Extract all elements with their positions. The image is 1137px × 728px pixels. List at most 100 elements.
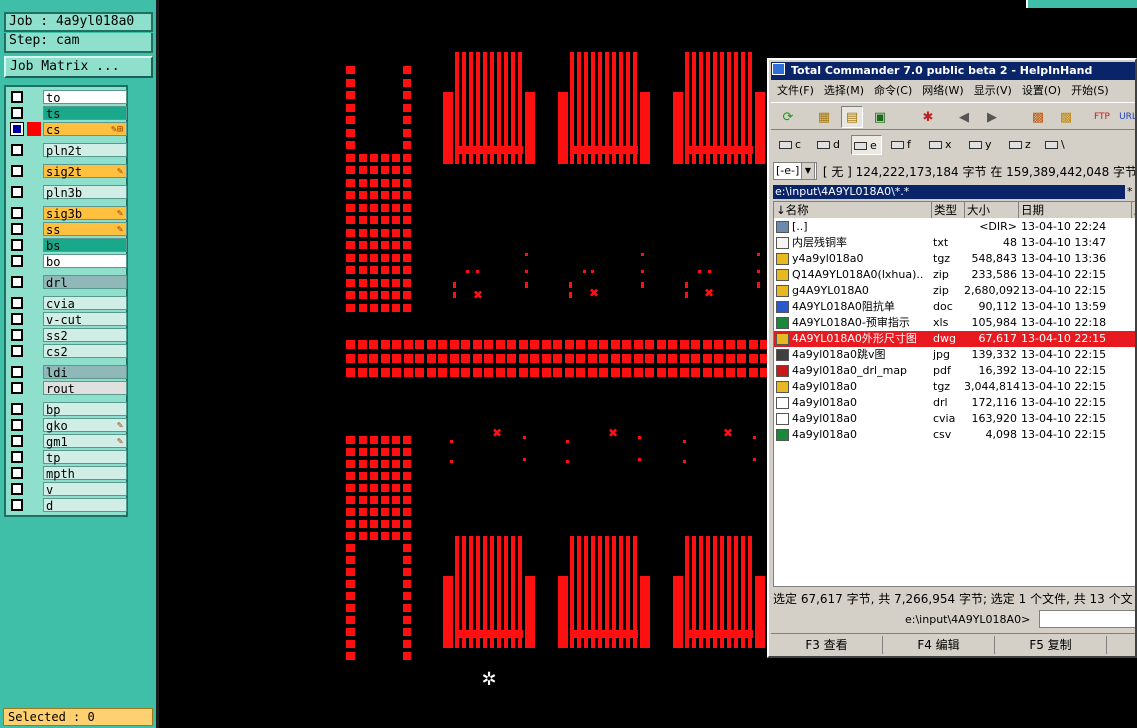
layer-row-cs2[interactable]: cs2 xyxy=(9,344,127,359)
layer-checkbox[interactable] xyxy=(11,499,23,511)
command-line-input[interactable] xyxy=(1039,610,1135,628)
layer-name[interactable]: ldi xyxy=(43,365,127,380)
file-row[interactable]: g4A9YL018A0zip2,680,09213-04-10 22:15-a xyxy=(774,283,1135,299)
total-commander-window[interactable]: Total Commander 7.0 public beta 2 - Help… xyxy=(767,58,1137,658)
layer-checkbox[interactable] xyxy=(11,435,23,447)
file-list[interactable]: ↓名称 类型 大小 日期 属 [..]<DIR>13-04-10 22:24--… xyxy=(773,201,1135,587)
layer-checkbox[interactable] xyxy=(11,144,23,156)
layer-checkbox[interactable] xyxy=(11,382,23,394)
layer-row-gko[interactable]: gko ✎ xyxy=(9,418,127,433)
drive-button-0[interactable]: c xyxy=(777,135,805,155)
layer-checkbox[interactable] xyxy=(11,403,23,415)
file-row[interactable]: Q14A9YL018A0(lxhua).. zip 233,586 13-04-10 … xyxy=(774,267,1135,283)
layer-checkbox[interactable] xyxy=(11,239,23,251)
layer-name[interactable]: cvia xyxy=(43,296,127,311)
layer-row-pln2t[interactable]: pln2t xyxy=(9,143,127,158)
layer-name[interactable]: ss ✎ xyxy=(43,222,127,237)
layer-row-ts[interactable]: ts xyxy=(9,106,127,121)
layer-checkbox[interactable] xyxy=(11,223,23,235)
drive-button-1[interactable]: d xyxy=(815,135,844,155)
column-attr[interactable]: 属 xyxy=(1132,202,1135,218)
layer-checkbox[interactable] xyxy=(11,165,23,177)
layer-name[interactable]: d xyxy=(43,498,127,513)
menu-item[interactable]: 设置(O) xyxy=(1016,82,1065,100)
fkey-button[interactable]: F3 查看 xyxy=(771,636,883,654)
drive-button-6[interactable]: z xyxy=(1007,135,1035,155)
layer-name[interactable]: sig3b ✎ xyxy=(43,206,127,221)
layer-row-bs[interactable]: bs xyxy=(9,238,127,253)
layer-name[interactable]: ss2 xyxy=(43,328,127,343)
layer-row-to[interactable]: to xyxy=(9,90,127,105)
layer-row-bp[interactable]: bp xyxy=(9,402,127,417)
layer-checkbox[interactable] xyxy=(11,297,23,309)
forward-icon[interactable]: ▶ xyxy=(981,106,1003,128)
layer-name[interactable]: ts xyxy=(43,106,127,121)
layer-checkbox[interactable] xyxy=(11,366,23,378)
unpack-icon[interactable]: ▩ xyxy=(1055,106,1077,128)
current-path[interactable]: e:\input\4A9YL018A0\*.* xyxy=(773,185,1125,199)
layer-name[interactable]: v-cut xyxy=(43,312,127,327)
layer-row-ldi[interactable]: ldi xyxy=(9,365,127,380)
layer-row-tp[interactable]: tp xyxy=(9,450,127,465)
file-row[interactable]: [..]<DIR>13-04-10 22:24--- xyxy=(774,219,1135,235)
layer-checkbox[interactable] xyxy=(11,207,23,219)
layer-name[interactable]: drl xyxy=(43,275,127,290)
layer-name[interactable]: sig2t ✎ xyxy=(43,164,127,179)
ftp-icon[interactable]: FTP xyxy=(1091,106,1113,128)
layer-row-rout[interactable]: rout xyxy=(9,381,127,396)
layer-name[interactable]: to xyxy=(43,90,127,105)
pack-icon[interactable]: ▩ xyxy=(1027,106,1049,128)
layer-checkbox[interactable] xyxy=(11,91,23,103)
layer-checkbox[interactable] xyxy=(11,186,23,198)
layer-name[interactable]: gko ✎ xyxy=(43,418,127,433)
layer-checkbox[interactable] xyxy=(11,255,23,267)
layer-row-v-cut[interactable]: v-cut xyxy=(9,312,127,327)
layer-name[interactable]: cs2 xyxy=(43,344,127,359)
drive-button-2[interactable]: e xyxy=(851,135,882,155)
file-row[interactable]: 4A9YL018A0阻抗单doc90,11213-04-10 13:59-a xyxy=(774,299,1135,315)
layer-row-gm1[interactable]: gm1 ✎ xyxy=(9,434,127,449)
file-row[interactable]: y4a9yl018a0tgz548,84313-04-10 13:36-a xyxy=(774,251,1135,267)
layer-checkbox[interactable] xyxy=(11,329,23,341)
layer-name[interactable]: v xyxy=(43,482,127,497)
thumbnail-view-icon[interactable]: ▣ xyxy=(869,106,891,128)
layer-row-v[interactable]: v xyxy=(9,482,127,497)
layer-row-sig3b[interactable]: sig3b ✎ xyxy=(9,206,127,221)
job-matrix-button[interactable]: Job Matrix ... xyxy=(4,56,153,78)
layer-checkbox[interactable] xyxy=(11,313,23,325)
layer-row-d[interactable]: d xyxy=(9,498,127,513)
layer-name[interactable]: bp xyxy=(43,402,127,417)
invert-selection-icon[interactable]: ✱ xyxy=(917,106,939,128)
menu-item[interactable]: 命令(C) xyxy=(868,82,916,100)
file-row[interactable]: 4a9yl018a0cvia163,92013-04-10 22:15-a xyxy=(774,411,1135,427)
drive-button-5[interactable]: y xyxy=(967,135,996,155)
file-row[interactable]: 4A9YL018A0-预审指示xls105,98413-04-10 22:18-… xyxy=(774,315,1135,331)
file-row[interactable]: 内层残铜率txt4813-04-10 13:47-a xyxy=(774,235,1135,251)
layer-checkbox[interactable] xyxy=(11,451,23,463)
drive-button-4[interactable]: x xyxy=(927,135,956,155)
layer-name[interactable]: mpth xyxy=(43,466,127,481)
layer-checkbox[interactable] xyxy=(10,122,24,136)
url-icon[interactable]: URL xyxy=(1117,106,1135,128)
layer-name[interactable]: bo xyxy=(43,254,127,269)
column-date[interactable]: 日期 xyxy=(1019,202,1132,218)
menu-item[interactable]: 选择(M) xyxy=(818,82,868,100)
layer-checkbox[interactable] xyxy=(11,276,23,288)
fkey-button[interactable]: F5 复制 xyxy=(995,636,1107,654)
menu-item[interactable]: 开始(S) xyxy=(1065,82,1113,100)
back-icon[interactable]: ◀ xyxy=(953,106,975,128)
layer-row-cvia[interactable]: cvia xyxy=(9,296,127,311)
layer-row-bo[interactable]: bo xyxy=(9,254,127,269)
column-type[interactable]: 类型 xyxy=(932,202,965,218)
layer-name[interactable]: pln2t xyxy=(43,143,127,158)
file-row[interactable]: 4a9yl018a0_drl_map pdf 16,392 13-04-10 22:1… xyxy=(774,363,1135,379)
refresh-icon[interactable]: ⟳ xyxy=(777,106,799,128)
fkey-button[interactable]: F4 编辑 xyxy=(883,636,995,654)
layer-row-pln3b[interactable]: pln3b xyxy=(9,185,127,200)
layer-name[interactable]: bs xyxy=(43,238,127,253)
menu-item[interactable]: 网络(W) xyxy=(916,82,967,100)
menu-item[interactable]: 显示(V) xyxy=(968,82,1016,100)
layer-checkbox[interactable] xyxy=(11,467,23,479)
full-view-icon[interactable]: ▤ xyxy=(841,106,863,128)
file-row[interactable]: 4A9YL018A0外形尺寸图dwg67,61713-04-10 22:15-a xyxy=(774,331,1135,347)
